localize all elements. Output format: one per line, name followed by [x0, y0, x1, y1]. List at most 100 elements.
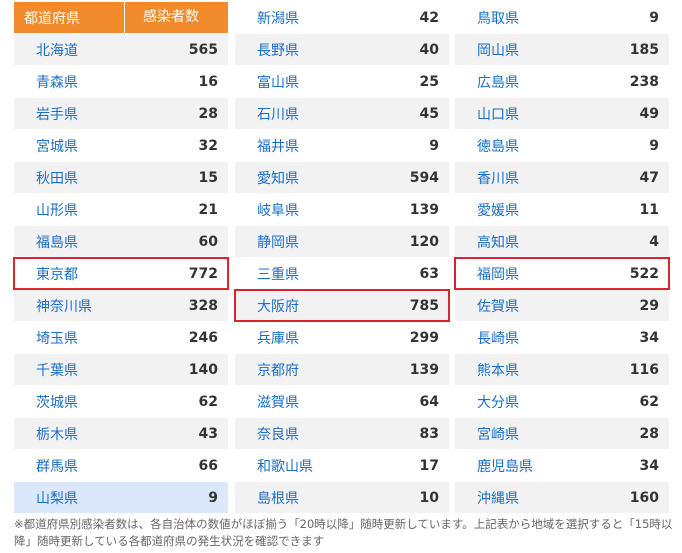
case-count: 62 — [639, 393, 659, 410]
prefecture-link[interactable]: 埼玉県 — [14, 328, 138, 348]
case-count: 772 — [188, 265, 218, 282]
case-count: 139 — [409, 201, 439, 218]
prefecture-link[interactable]: 福井県 — [235, 136, 359, 156]
prefecture-link[interactable]: 千葉県 — [14, 360, 138, 380]
prefecture-link[interactable]: 長崎県 — [455, 328, 579, 348]
prefecture-link[interactable]: 鹿児島県 — [455, 456, 579, 476]
prefecture-link[interactable]: 石川県 — [235, 104, 359, 124]
prefecture-link[interactable]: 高知県 — [455, 232, 579, 252]
prefecture-row[interactable]: 神奈川県 328 — [14, 290, 228, 321]
prefecture-row[interactable]: 沖縄県 160 — [455, 482, 669, 513]
prefecture-link[interactable]: 京都府 — [235, 360, 359, 380]
prefecture-row[interactable]: 香川県 47 — [455, 162, 669, 193]
prefecture-link[interactable]: 富山県 — [235, 72, 359, 92]
prefecture-link[interactable]: 東京都 — [14, 264, 138, 284]
prefecture-row[interactable]: 青森県 16 — [14, 66, 228, 97]
prefecture-link[interactable]: 奈良県 — [235, 424, 359, 444]
prefecture-link[interactable]: 福岡県 — [455, 264, 579, 284]
prefecture-link[interactable]: 茨城県 — [14, 392, 138, 412]
case-count: 25 — [419, 73, 439, 90]
prefecture-row[interactable]: 大分県 62 — [455, 386, 669, 417]
prefecture-link[interactable]: 福島県 — [14, 232, 138, 252]
prefecture-link[interactable]: 熊本県 — [455, 360, 579, 380]
prefecture-link[interactable]: 鳥取県 — [455, 8, 579, 28]
prefecture-row[interactable]: 北海道 565 — [14, 34, 228, 65]
prefecture-row[interactable]: 島根県 10 — [235, 482, 449, 513]
prefecture-row[interactable]: 広島県 238 — [455, 66, 669, 97]
prefecture-link[interactable]: 島根県 — [235, 488, 359, 508]
prefecture-row[interactable]: 山口県 49 — [455, 98, 669, 129]
prefecture-link[interactable]: 山口県 — [455, 104, 579, 124]
prefecture-link[interactable]: 大分県 — [455, 392, 579, 412]
prefecture-link[interactable]: 岡山県 — [455, 40, 579, 60]
prefecture-link[interactable]: 北海道 — [14, 40, 138, 60]
prefecture-row[interactable]: 福井県 9 — [235, 130, 449, 161]
prefecture-row[interactable]: 京都府 139 — [235, 354, 449, 385]
prefecture-link[interactable]: 長野県 — [235, 40, 359, 60]
prefecture-row[interactable]: 鳥取県 9 — [455, 2, 669, 33]
prefecture-link[interactable]: 神奈川県 — [14, 296, 138, 316]
prefecture-row[interactable]: 新潟県 42 — [235, 2, 449, 33]
case-count: 522 — [629, 265, 659, 282]
prefecture-row[interactable]: 秋田県 15 — [14, 162, 228, 193]
prefecture-row[interactable]: 愛媛県 11 — [455, 194, 669, 225]
prefecture-link[interactable]: 宮崎県 — [455, 424, 579, 444]
prefecture-row[interactable]: 徳島県 9 — [455, 130, 669, 161]
prefecture-row[interactable]: 岡山県 185 — [455, 34, 669, 65]
prefecture-row[interactable]: 和歌山県 17 — [235, 450, 449, 481]
prefecture-row[interactable]: 大阪府 785 — [234, 289, 450, 322]
prefecture-link[interactable]: 広島県 — [455, 72, 579, 92]
prefecture-row[interactable]: 愛知県 594 — [235, 162, 449, 193]
prefecture-row[interactable]: 山梨県 9 — [14, 482, 228, 513]
prefecture-row[interactable]: 群馬県 66 — [14, 450, 228, 481]
prefecture-link[interactable]: 秋田県 — [14, 168, 138, 188]
case-count: 28 — [639, 425, 659, 442]
prefecture-row[interactable]: 石川県 45 — [235, 98, 449, 129]
prefecture-row[interactable]: 東京都 772 — [13, 257, 229, 290]
prefecture-row[interactable]: 栃木県 43 — [14, 418, 228, 449]
prefecture-row[interactable]: 宮城県 32 — [14, 130, 228, 161]
prefecture-row[interactable]: 高知県 4 — [455, 226, 669, 257]
prefecture-row[interactable]: 宮崎県 28 — [455, 418, 669, 449]
prefecture-row[interactable]: 長崎県 34 — [455, 322, 669, 353]
prefecture-row[interactable]: 山形県 21 — [14, 194, 228, 225]
prefecture-row[interactable]: 埼玉県 246 — [14, 322, 228, 353]
prefecture-link[interactable]: 愛知県 — [235, 168, 359, 188]
prefecture-link[interactable]: 静岡県 — [235, 232, 359, 252]
prefecture-link[interactable]: 佐賀県 — [455, 296, 579, 316]
prefecture-link[interactable]: 滋賀県 — [235, 392, 359, 412]
prefecture-row[interactable]: 佐賀県 29 — [455, 290, 669, 321]
prefecture-link[interactable]: 沖縄県 — [455, 488, 579, 508]
prefecture-row[interactable]: 奈良県 83 — [235, 418, 449, 449]
prefecture-row[interactable]: 茨城県 62 — [14, 386, 228, 417]
prefecture-row[interactable]: 静岡県 120 — [235, 226, 449, 257]
prefecture-link[interactable]: 群馬県 — [14, 456, 138, 476]
prefecture-link[interactable]: 栃木県 — [14, 424, 138, 444]
prefecture-row[interactable]: 福岡県 522 — [454, 257, 670, 290]
prefecture-link[interactable]: 愛媛県 — [455, 200, 579, 220]
prefecture-link[interactable]: 大阪府 — [235, 296, 359, 316]
prefecture-row[interactable]: 三重県 63 — [235, 258, 449, 289]
prefecture-link[interactable]: 青森県 — [14, 72, 138, 92]
prefecture-row[interactable]: 滋賀県 64 — [235, 386, 449, 417]
prefecture-row[interactable]: 鹿児島県 34 — [455, 450, 669, 481]
prefecture-link[interactable]: 三重県 — [235, 264, 359, 284]
prefecture-row[interactable]: 岐阜県 139 — [235, 194, 449, 225]
prefecture-link[interactable]: 兵庫県 — [235, 328, 359, 348]
prefecture-row[interactable]: 長野県 40 — [235, 34, 449, 65]
prefecture-row[interactable]: 兵庫県 299 — [235, 322, 449, 353]
prefecture-row[interactable]: 岩手県 28 — [14, 98, 228, 129]
prefecture-link[interactable]: 香川県 — [455, 168, 579, 188]
prefecture-row[interactable]: 熊本県 116 — [455, 354, 669, 385]
prefecture-row[interactable]: 千葉県 140 — [14, 354, 228, 385]
prefecture-link[interactable]: 宮城県 — [14, 136, 138, 156]
prefecture-link[interactable]: 山梨県 — [14, 488, 138, 508]
prefecture-row[interactable]: 福島県 60 — [14, 226, 228, 257]
prefecture-link[interactable]: 新潟県 — [235, 8, 359, 28]
prefecture-link[interactable]: 山形県 — [14, 200, 138, 220]
prefecture-link[interactable]: 岐阜県 — [235, 200, 359, 220]
prefecture-link[interactable]: 徳島県 — [455, 136, 579, 156]
prefecture-row[interactable]: 富山県 25 — [235, 66, 449, 97]
prefecture-link[interactable]: 岩手県 — [14, 104, 138, 124]
prefecture-link[interactable]: 和歌山県 — [235, 456, 359, 476]
